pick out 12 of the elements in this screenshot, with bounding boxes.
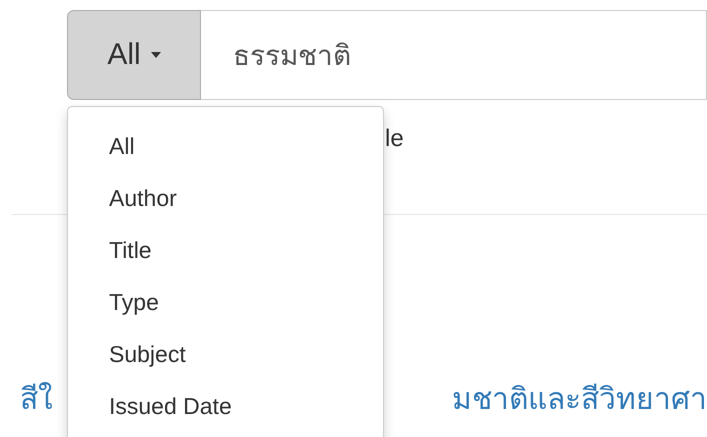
menu-item[interactable]: Type [68,276,159,328]
menu-item[interactable]: All [68,120,135,172]
search-field[interactable]: ธรรมชาติ [201,10,707,100]
menu-item[interactable]: Author [68,172,177,224]
result-link[interactable]: สีใ [20,375,53,422]
result-link[interactable]: มชาติและสีวิทยาศา [452,375,707,422]
menu-item[interactable]: Issued Date [68,380,232,432]
option-label: le [385,125,404,153]
menu-item[interactable]: Title [68,224,152,276]
caret-icon [150,52,161,58]
scope-dropdown-button[interactable]: All [67,10,201,100]
menu-item[interactable]: Subject [68,328,186,380]
